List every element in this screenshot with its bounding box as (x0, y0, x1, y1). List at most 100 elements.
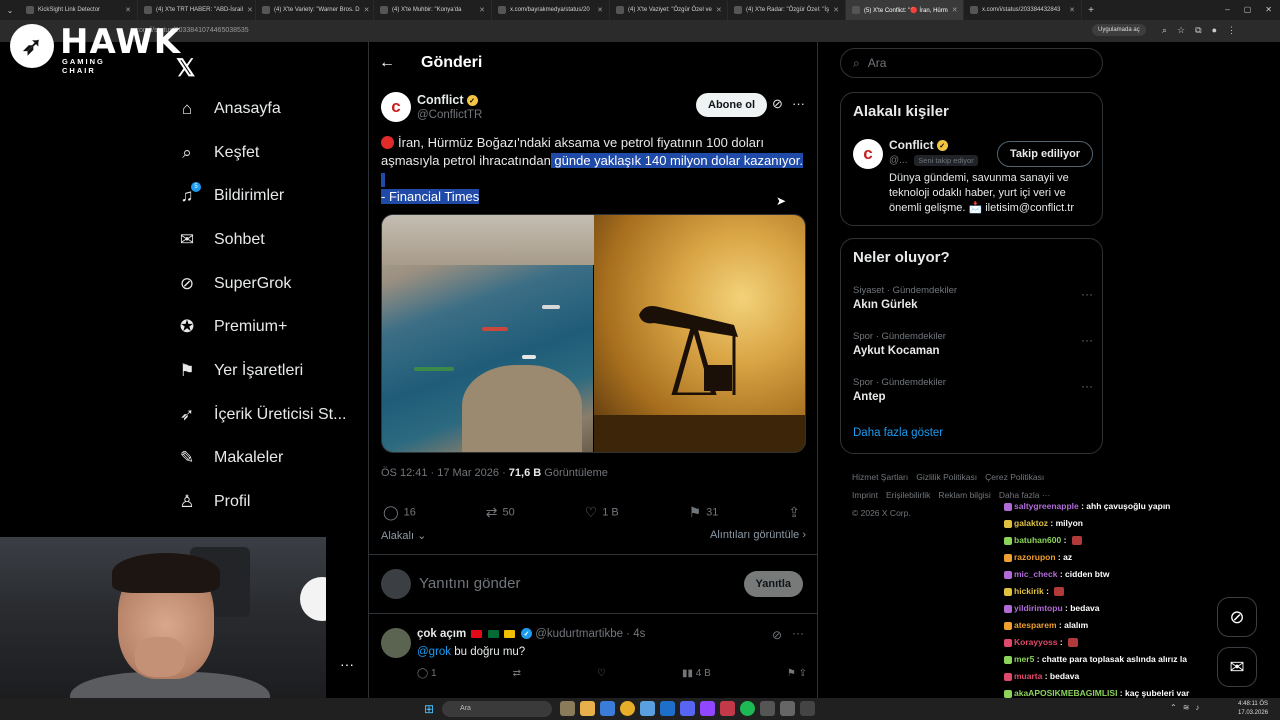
footer-link[interactable]: Imprint (852, 490, 878, 500)
sidebar-item[interactable]: ➶ İçerik Üreticisi St... (176, 400, 347, 430)
related-dropdown[interactable]: Alakalı ⌄ (381, 529, 426, 542)
chat-username[interactable]: Korayyoss (1014, 637, 1057, 647)
more-options-icon[interactable]: ··· (792, 96, 805, 111)
app-icon[interactable] (760, 701, 775, 716)
footer-link[interactable]: Erişilebilirlik (886, 490, 930, 500)
repost-action[interactable]: ⇄ 50 (486, 504, 515, 521)
footer-link[interactable]: Hizmet Şartları (852, 472, 908, 482)
back-arrow-icon[interactable]: ← (379, 54, 395, 72)
browser-tab[interactable]: (4) X'te Variety: "Warner Bros. D ✕ (256, 0, 374, 20)
sidebar-item[interactable]: ✪ Premium+ (176, 312, 287, 342)
app-icon[interactable] (720, 701, 735, 716)
tab-close-icon[interactable]: ✕ (952, 6, 958, 14)
commenter-avatar[interactable] (381, 628, 411, 658)
store-icon[interactable] (640, 701, 655, 716)
bookmark-action[interactable]: ⚑ 31 (689, 504, 719, 521)
strait-photo[interactable] (382, 215, 594, 452)
browser-tab[interactable]: x.com/i/status/203384432843 ✕ (964, 0, 1082, 20)
comment-reply-action[interactable]: ◯ 1 (417, 668, 437, 679)
author-name-row[interactable]: Conflict ✓ (417, 93, 478, 107)
comment-bookmark-icon[interactable]: ⚑ ⇪ (787, 668, 807, 679)
browser-tab[interactable]: x.com/bayrakmedya/status/20 ✕ (492, 0, 610, 20)
star-icon[interactable]: ☆ (1177, 25, 1185, 36)
grok-icon[interactable]: ⊘ (772, 96, 783, 112)
trend-item[interactable]: Siyaset · Gündemdekiler Akın Gürlek ··· (853, 285, 1093, 311)
post-media[interactable] (381, 214, 806, 453)
tab-close-icon[interactable]: ✕ (247, 6, 253, 14)
sidebar-item[interactable]: ✎ Makaleler (176, 443, 283, 473)
author-avatar[interactable]: ϲ (381, 92, 411, 122)
post-time[interactable]: ÖS 12:41 · 17 Mar 2026 · (381, 467, 506, 479)
discord-icon[interactable] (680, 701, 695, 716)
window-controls[interactable]: – ▢ ✕ (1225, 5, 1272, 14)
extensions-icon[interactable]: ⧉ (1195, 25, 1201, 36)
grok-fab[interactable]: ⊘ (1217, 597, 1257, 637)
chat-username[interactable]: yildirimtopu (1014, 603, 1063, 613)
browser-tab[interactable]: (4) X'te Radar: "Özgür Özel: "İş ✕ (728, 0, 846, 20)
comment[interactable]: çok açım ✓ @kudurtmartikbe · 4s ⊘ ··· @g… (369, 616, 817, 698)
browser-tab[interactable]: (4) X'te Vaziyet: "Özgür Özel ve ✕ (610, 0, 728, 20)
address-bar[interactable]: x.com/i/status/2033841074465038535 Uygul… (0, 20, 1280, 42)
tab-close-icon[interactable]: ✕ (1069, 6, 1075, 14)
zoom-icon[interactable]: ⌕ (1162, 25, 1167, 36)
sidebar-item[interactable]: ⚑ Yer İşaretleri (176, 356, 303, 386)
view-quotes-link[interactable]: Alıntıları görüntüle › (710, 529, 806, 542)
twitch-icon[interactable] (700, 701, 715, 716)
obs-icon[interactable] (800, 701, 815, 716)
tab-close-icon[interactable]: ✕ (125, 6, 131, 14)
footer-link[interactable]: Çerez Politikası (985, 472, 1044, 482)
system-tray[interactable]: ⌃ ≋ ♪ (1170, 703, 1199, 712)
file-explorer-icon[interactable] (580, 701, 595, 716)
trend-item[interactable]: Spor · Gündemdekiler Aykut Kocaman ··· (853, 331, 1093, 357)
tab-close-icon[interactable]: ✕ (716, 6, 722, 14)
chevron-up-icon[interactable]: ⌃ (1170, 703, 1177, 712)
comment-repost-icon[interactable]: ⇄ (513, 668, 521, 679)
browser-tab[interactable]: (4) X'te TRT HABER: "ABD-İsrail ✕ (138, 0, 256, 20)
chat-username[interactable]: saltygreenapple (1014, 501, 1079, 511)
sidebar-item[interactable]: ✉ Sohbet (176, 225, 265, 255)
show-more-link[interactable]: Daha fazla göster (853, 427, 943, 439)
nav-more-icon[interactable]: ··· (340, 656, 354, 672)
comment-more-icon[interactable]: ··· (792, 626, 804, 640)
taskbar-clock[interactable]: 4:48:11 ÖS 17.03.2026 (1238, 700, 1268, 718)
chat-username[interactable]: mic_check (1014, 569, 1057, 579)
author-handle[interactable]: @ConflictTR (417, 109, 482, 121)
maximize-icon[interactable]: ▢ (1244, 5, 1252, 14)
wifi-icon[interactable]: ≋ (1183, 703, 1190, 712)
tab-menu-button[interactable]: ⌄ (0, 0, 20, 20)
trend-more-icon[interactable]: ··· (1081, 379, 1093, 393)
sidebar-item[interactable]: ⊘ SuperGrok (176, 269, 292, 299)
author-name[interactable]: Conflict (417, 93, 464, 107)
tab-close-icon[interactable]: ✕ (833, 6, 839, 14)
trend-more-icon[interactable]: ··· (1081, 333, 1093, 347)
x-logo-icon[interactable]: 𝕏 (176, 54, 195, 83)
share-action[interactable]: ⇪ (788, 504, 805, 521)
commenter-handle[interactable]: @kudurtmartikbe · 4s (535, 628, 645, 640)
tab-close-icon[interactable]: ✕ (364, 6, 370, 14)
chat-username[interactable]: razorupon (1014, 552, 1056, 562)
commenter-name-row[interactable]: çok açım ✓ @kudurtmartikbe · 4s (417, 628, 645, 640)
menu-icon[interactable]: ⋮ (1227, 25, 1236, 36)
oil-pump-photo[interactable] (593, 215, 805, 452)
copilot-icon[interactable] (600, 701, 615, 716)
comment-heart-icon[interactable]: ♡ (597, 668, 606, 679)
search-input[interactable]: ⌕ Ara (840, 48, 1103, 78)
sidebar-item[interactable]: ♙ Profil (176, 487, 250, 517)
new-tab-button[interactable]: + (1082, 5, 1100, 16)
messages-fab[interactable]: ✉ (1217, 647, 1257, 687)
windows-start-icon[interactable]: ⊞ (424, 702, 434, 716)
mention-link[interactable]: @grok (417, 646, 451, 658)
close-icon[interactable]: ✕ (1265, 5, 1272, 14)
volume-icon[interactable]: ♪ (1195, 703, 1199, 712)
footer-link[interactable]: Gizlilik Politikası (916, 472, 977, 482)
like-action[interactable]: ♡ 1 B (585, 504, 619, 521)
chat-username[interactable]: muarta (1014, 671, 1042, 681)
tab-close-icon[interactable]: ✕ (479, 6, 485, 14)
chat-username[interactable]: batuhan600 (1014, 535, 1061, 545)
person-avatar[interactable]: ϲ (853, 139, 883, 169)
edge-icon[interactable] (660, 701, 675, 716)
chat-username[interactable]: mer5 (1014, 654, 1034, 664)
my-avatar[interactable] (381, 569, 411, 599)
trend-item[interactable]: Spor · Gündemdekiler Antep ··· (853, 377, 1093, 403)
taskbar-search[interactable]: Ara (442, 701, 552, 717)
